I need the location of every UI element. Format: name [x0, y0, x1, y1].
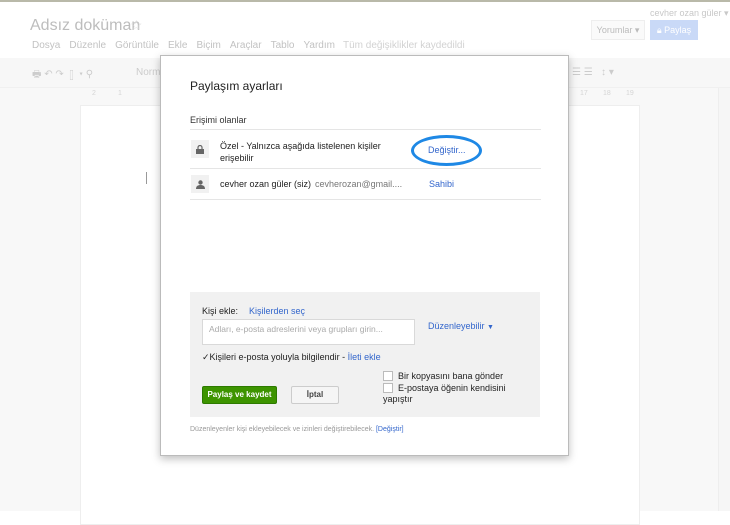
input-placeholder: Adları, e-posta adreslerini veya gruplar… [209, 324, 383, 334]
permission-dropdown[interactable]: Düzenleyebilir ▼ [428, 321, 494, 331]
person-icon [191, 175, 209, 193]
share-button[interactable]: 🔒︎ Paylaş [650, 20, 698, 40]
share-label: Paylaş [664, 25, 692, 35]
ruler-tick: 2 [92, 90, 96, 97]
ruler-tick: 1 [118, 90, 122, 97]
caret-down-icon: ▼ [487, 324, 494, 331]
owner-name: cevher ozan güler (siz) [220, 179, 312, 189]
add-people-label: Kişi ekle: [202, 306, 239, 316]
lock-icon [191, 140, 209, 158]
menu-bicim[interactable]: Biçim [196, 40, 220, 51]
ruler-tick: 18 [603, 90, 611, 97]
toolbar-icons[interactable]: 🖶 ↶ ↷ ▯ ▾ ⚲ [32, 67, 93, 84]
visibility-text: Özel - Yalnızca aşağıda listelenen kişil… [220, 140, 381, 164]
comments-button[interactable]: Yorumlar ▾ [591, 20, 645, 40]
ruler-tick: 19 [626, 90, 634, 97]
share-settings-dialog: Paylaşım ayarları Erişimi olanlar Özel -… [160, 55, 569, 456]
send-copy-label: Bir kopyasını bana gönder [398, 371, 504, 381]
window-border [0, 0, 730, 2]
footer-text: Düzenleyenler kişi ekleyebilecek ve izin… [190, 426, 375, 433]
divider [190, 129, 541, 130]
highlight-ellipse [411, 135, 482, 166]
permission-value: Düzenleyebilir [428, 321, 485, 331]
visibility-line2: erişebilir [220, 153, 254, 163]
document-title[interactable]: Adsız doküman [30, 17, 140, 35]
menu-bar: Dosya Düzenle Görüntüle Ekle Biçim Araçl… [32, 40, 335, 51]
notify-row: ✓Kişileri e-posta yoluyla bilgilendir - … [202, 352, 381, 363]
menu-ekle[interactable]: Ekle [168, 40, 187, 51]
vertical-scrollbar[interactable] [718, 88, 730, 511]
menu-tablo[interactable]: Tablo [271, 40, 295, 51]
share-and-save-button[interactable]: Paylaş ve kaydet [202, 386, 277, 404]
notify-checkbox[interactable]: ✓ [202, 352, 210, 362]
menu-dosya[interactable]: Dosya [32, 40, 60, 51]
choose-contacts-link[interactable]: Kişilerden seç [249, 306, 305, 316]
align-icons[interactable]: ☰ ☰ ↕ ▾ [572, 67, 614, 78]
send-copy-checkbox[interactable] [383, 371, 393, 381]
user-menu[interactable]: cevher ozan güler ▾ [650, 8, 729, 19]
access-heading: Erişimi olanlar [190, 115, 247, 125]
dialog-title: Paylaşım ayarları [190, 79, 283, 93]
divider [190, 199, 541, 200]
add-people-input[interactable]: Adları, e-posta adreslerini veya gruplar… [202, 319, 415, 345]
star-icon[interactable]: ☆ [130, 17, 143, 34]
divider [190, 168, 541, 169]
menu-goruntule[interactable]: Görüntüle [115, 40, 159, 51]
menu-yardim[interactable]: Yardım [303, 40, 335, 51]
save-status: Tüm değişiklikler kaydedildi [343, 40, 465, 51]
paste-item-label-2: yapıştır [383, 394, 413, 404]
menu-araclar[interactable]: Araçlar [230, 40, 262, 51]
paste-item-checkbox[interactable] [383, 383, 393, 393]
add-people-panel: Kişi ekle: Kişilerden seç Adları, e-post… [190, 292, 540, 417]
add-message-link[interactable]: İleti ekle [348, 352, 381, 362]
menu-duzenle[interactable]: Düzenle [69, 40, 106, 51]
text-cursor [146, 172, 147, 184]
paste-item-label: E-postaya öğenin kendisini [398, 383, 506, 393]
notify-label: Kişileri e-posta yoluyla bilgilendir - [209, 352, 346, 362]
visibility-line1: Özel - Yalnızca aşağıda listelenen kişil… [220, 141, 381, 151]
ruler-tick: 17 [580, 90, 588, 97]
owner-email: cevherozan@gmail.... [315, 179, 403, 189]
footer-note: Düzenleyenler kişi ekleyebilecek ve izin… [190, 426, 404, 433]
owner-role: Sahibi [429, 179, 455, 189]
footer-change-link[interactable]: [Değiştir] [376, 426, 404, 433]
cancel-button[interactable]: İptal [291, 386, 339, 404]
